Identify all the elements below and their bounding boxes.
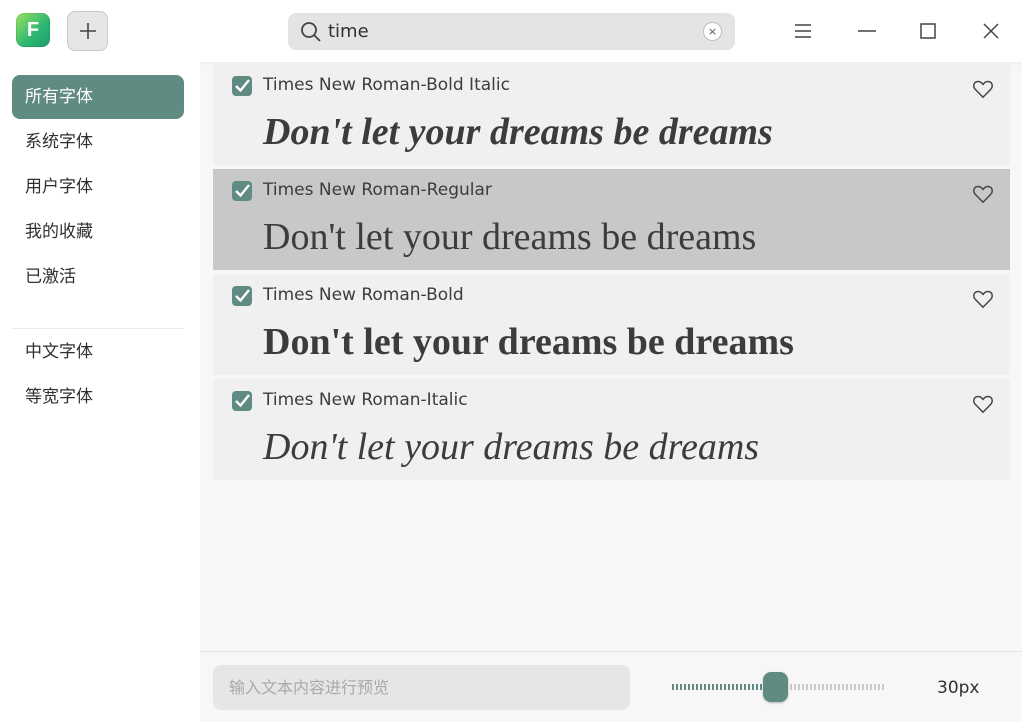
sidebar-item-activated[interactable]: 已激活	[12, 255, 184, 299]
search-input[interactable]	[328, 13, 688, 50]
font-list-item[interactable]: Times New Roman-Regular Don't let your d…	[213, 169, 1010, 270]
close-icon	[983, 23, 999, 39]
font-preview-text: Don't let your dreams be dreams	[263, 426, 760, 468]
font-list-item[interactable]: Times New Roman-Bold Don't let your drea…	[213, 274, 1010, 375]
sidebar-item-favorites[interactable]: 我的收藏	[12, 210, 184, 254]
maximize-icon	[920, 23, 936, 39]
search-icon	[301, 22, 321, 42]
font-name: Times New Roman-Bold Italic	[263, 75, 510, 95]
font-preview-text: Don't let your dreams be dreams	[263, 321, 794, 363]
heart-icon[interactable]	[972, 183, 994, 205]
add-font-button[interactable]	[67, 11, 108, 51]
maximize-button[interactable]	[913, 16, 943, 46]
font-list-item[interactable]: Times New Roman-Italic Don't let your dr…	[213, 379, 1010, 480]
sidebar-divider	[12, 328, 184, 329]
plus-icon	[79, 23, 96, 39]
preview-text-input[interactable]	[213, 665, 630, 710]
bottom-divider	[200, 651, 1022, 652]
checkbox-checked-icon[interactable]	[232, 181, 252, 201]
font-preview-text: Don't let your dreams be dreams	[263, 111, 773, 153]
minimize-icon	[858, 30, 876, 32]
font-size-label: 30px	[937, 678, 980, 698]
font-name: Times New Roman-Regular	[263, 180, 492, 200]
menu-button[interactable]	[788, 16, 818, 46]
checkbox-checked-icon[interactable]	[232, 391, 252, 411]
sidebar-item-system-fonts[interactable]: 系统字体	[12, 120, 184, 164]
font-name: Times New Roman-Italic	[263, 390, 468, 410]
font-preview-text: Don't let your dreams be dreams	[263, 216, 757, 258]
slider-handle[interactable]	[763, 672, 788, 702]
clear-search-icon[interactable]: ×	[704, 23, 721, 40]
heart-icon[interactable]	[972, 288, 994, 310]
sidebar: 所有字体 系统字体 用户字体 我的收藏 已激活 中文字体 等宽字体	[0, 62, 200, 722]
checkbox-checked-icon[interactable]	[232, 76, 252, 96]
font-list-item[interactable]: Times New Roman-Bold Italic Don't let yo…	[213, 64, 1010, 165]
slider-track-filled	[672, 684, 764, 690]
sidebar-item-chinese-fonts[interactable]: 中文字体	[12, 330, 184, 374]
heart-icon[interactable]	[972, 78, 994, 100]
hamburger-menu-icon	[795, 24, 811, 38]
app-logo-icon: F	[16, 13, 50, 47]
heart-icon[interactable]	[972, 393, 994, 415]
checkbox-checked-icon[interactable]	[232, 286, 252, 306]
search-box[interactable]: ×	[288, 13, 735, 50]
close-button[interactable]	[976, 16, 1006, 46]
sidebar-item-monospace-fonts[interactable]: 等宽字体	[12, 375, 184, 419]
font-name: Times New Roman-Bold	[263, 285, 464, 305]
minimize-button[interactable]	[852, 16, 882, 46]
sidebar-item-user-fonts[interactable]: 用户字体	[12, 165, 184, 209]
slider-track	[790, 684, 886, 690]
sidebar-item-all-fonts[interactable]: 所有字体	[12, 75, 184, 119]
font-size-slider[interactable]	[672, 672, 886, 702]
title-bar: F ×	[0, 0, 1022, 62]
